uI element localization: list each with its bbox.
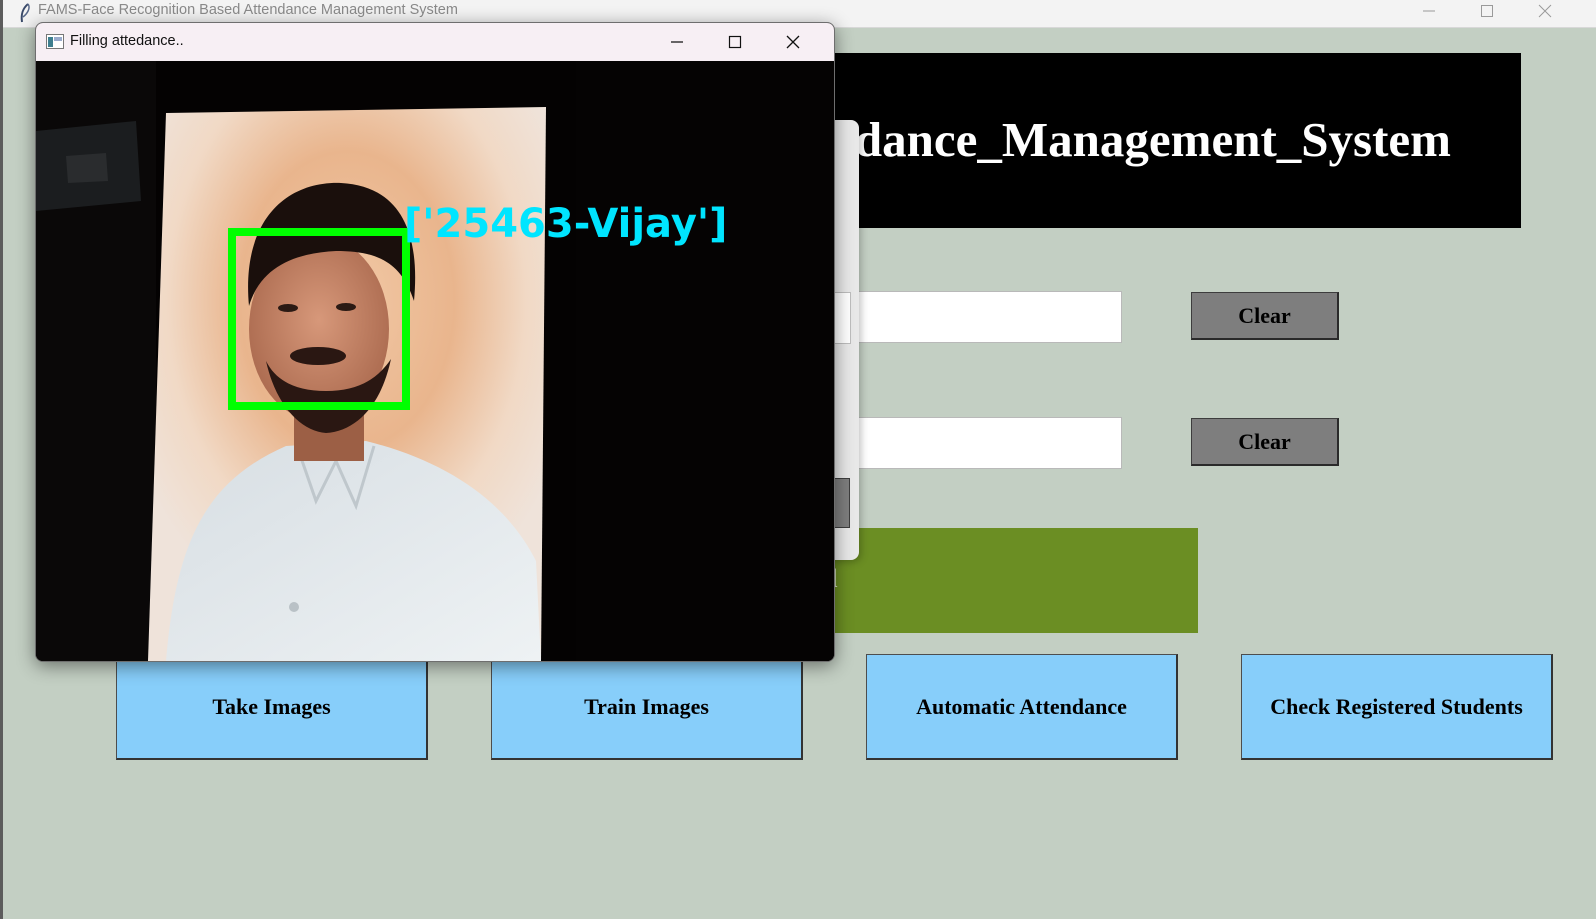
camera-minimize-button[interactable] [648, 23, 706, 61]
automatic-attendance-button[interactable]: Automatic Attendance [866, 654, 1178, 760]
close-icon [1538, 4, 1552, 18]
app-window-icon [46, 34, 64, 49]
check-registered-students-button[interactable]: Check Registered Students [1241, 654, 1553, 760]
recognized-student-label: ['25463-Vijay'] [404, 201, 727, 247]
main-close-button[interactable] [1516, 0, 1574, 22]
camera-maximize-button[interactable] [706, 23, 764, 61]
train-images-button[interactable]: Train Images [491, 654, 803, 760]
feather-icon [20, 3, 30, 23]
camera-feed: ['25463-Vijay'] [36, 61, 834, 661]
camera-window[interactable]: Filling attedance.. ['25463-Vijay'] [35, 22, 835, 662]
close-icon [786, 35, 800, 49]
maximize-icon [1481, 5, 1493, 17]
maximize-icon [728, 35, 742, 49]
camera-close-button[interactable] [764, 23, 822, 61]
camera-window-title: Filling attedance.. [70, 33, 184, 49]
camera-titlebar[interactable]: Filling attedance.. [36, 23, 834, 62]
left-window-edge [0, 0, 3, 919]
banner-title: dance_Management_System [854, 112, 1451, 167]
main-minimize-button[interactable] [1400, 0, 1458, 22]
minimize-icon [1423, 10, 1435, 12]
name-clear-button[interactable]: Clear [1191, 418, 1339, 466]
minimize-icon [671, 41, 683, 43]
take-images-button[interactable]: Take Images [116, 654, 428, 760]
enrollment-clear-button[interactable]: Clear [1191, 292, 1339, 340]
main-maximize-button[interactable] [1458, 0, 1516, 22]
main-window-title: FAMS-Face Recognition Based Attendance M… [38, 2, 458, 18]
